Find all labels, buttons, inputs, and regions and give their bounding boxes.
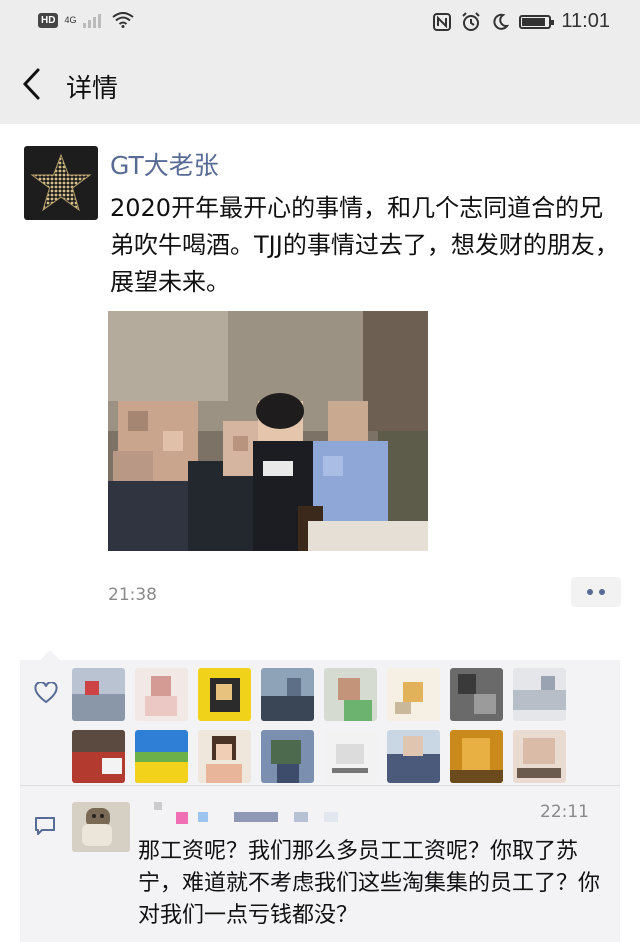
page-title: 详情 xyxy=(66,74,119,104)
post-photo[interactable] xyxy=(108,311,428,551)
comment-time: 22:11 xyxy=(540,802,589,822)
liker-avatar[interactable] xyxy=(72,668,125,721)
liker-avatar[interactable] xyxy=(387,668,440,721)
network-label: 4G xyxy=(64,15,77,25)
liker-avatar[interactable] xyxy=(387,730,440,783)
wifi-icon xyxy=(112,12,135,28)
liker-avatar[interactable] xyxy=(261,730,314,783)
author-name[interactable]: GT大老张 xyxy=(110,146,219,182)
star-icon xyxy=(30,153,92,212)
status-left: HD 4G xyxy=(38,12,135,28)
commenter-name-censored[interactable] xyxy=(146,802,366,828)
heart-icon xyxy=(34,682,58,704)
commenter-avatar[interactable] xyxy=(72,802,130,852)
battery-icon xyxy=(519,14,555,29)
hd-badge: HD xyxy=(38,12,59,28)
liker-avatar[interactable] xyxy=(513,730,566,783)
liker-avatars xyxy=(72,668,622,783)
moon-icon xyxy=(493,13,510,30)
dot-icon xyxy=(587,589,593,595)
nfc-icon xyxy=(433,12,452,31)
comment-text: 那工资呢？我们那么多员工工资呢？你取了苏宁，难道就不考虑我们这些淘集集的员工了？… xyxy=(138,839,601,928)
liker-avatar[interactable] xyxy=(135,730,188,783)
post-time: 21:38 xyxy=(108,585,157,605)
alarm-icon xyxy=(462,11,481,31)
clock: 11:01 xyxy=(561,10,610,32)
comments-panel: 22:11 那工资呢？我们那么多员工工资呢？你取了苏宁，难道就不考虑我们这些淘集… xyxy=(20,786,620,942)
status-bar: HD 4G 11:01 xyxy=(0,0,640,44)
liker-avatar[interactable] xyxy=(135,668,188,721)
liker-avatar[interactable] xyxy=(72,730,125,783)
signal-icon xyxy=(83,14,102,28)
liker-avatar[interactable] xyxy=(324,730,377,783)
liker-avatar[interactable] xyxy=(198,730,251,783)
liker-avatar[interactable] xyxy=(324,668,377,721)
dot-icon xyxy=(599,589,605,595)
author-avatar[interactable] xyxy=(24,146,98,220)
liker-avatar[interactable] xyxy=(450,730,503,783)
liker-avatar[interactable] xyxy=(513,668,566,721)
liker-avatar[interactable] xyxy=(261,668,314,721)
nav-bar: 详情 xyxy=(0,44,640,124)
comment-icon xyxy=(35,817,55,835)
chevron-left-icon[interactable] xyxy=(20,66,42,102)
liker-avatar[interactable] xyxy=(198,668,251,721)
likes-panel xyxy=(20,650,622,785)
post-text: 2020开年最开心的事情，和几个志同道合的兄弟吹牛喝酒。TJJ的事情过去了，想发… xyxy=(110,194,619,296)
status-right: 11:01 xyxy=(433,10,610,33)
more-button[interactable] xyxy=(571,577,621,607)
liker-avatar[interactable] xyxy=(450,668,503,721)
